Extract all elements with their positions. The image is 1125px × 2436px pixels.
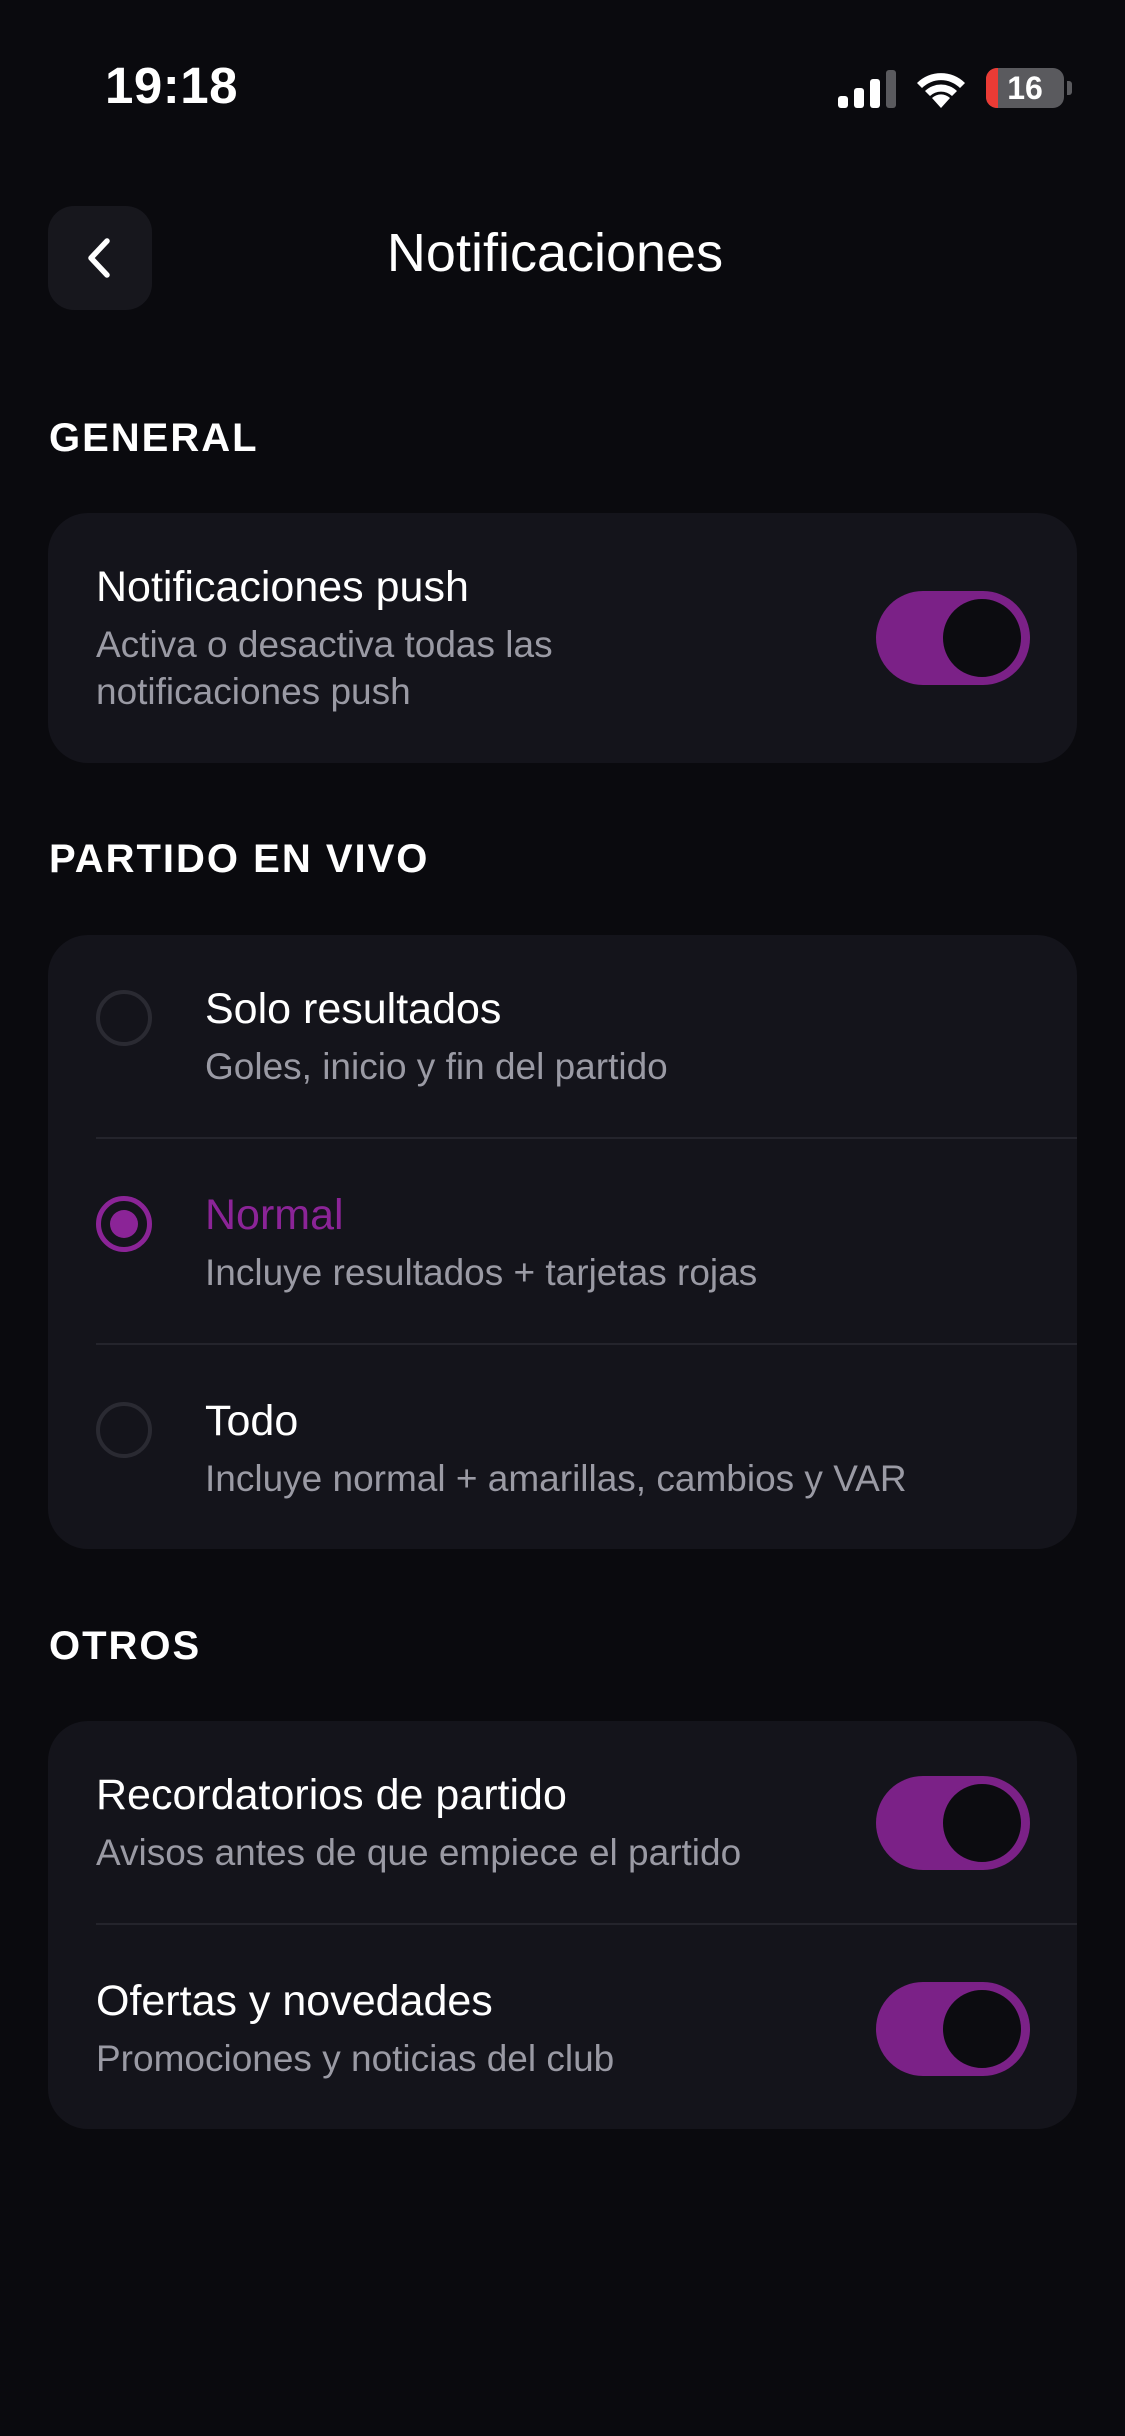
- page-title: Notificaciones: [386, 223, 724, 283]
- section-label-live-match: PARTIDO EN VIVO: [49, 837, 430, 881]
- push-notifications-row[interactable]: Notificaciones push Activa o desactiva t…: [48, 513, 1077, 763]
- option-title-selected: Normal: [205, 1191, 344, 1239]
- section-label-others: OTROS: [49, 1624, 202, 1668]
- option-subtitle: Incluye resultados + tarjetas rojas: [205, 1252, 758, 1293]
- match-reminders-subtitle: Avisos antes de que empiece el partido: [96, 1832, 742, 1873]
- live-match-card: Solo resultados Goles, inicio y fin del …: [48, 935, 1077, 1549]
- section-label-general: GENERAL: [49, 416, 259, 460]
- offers-news-subtitle: Promociones y noticias del club: [96, 2038, 615, 2079]
- toggle-knob: [940, 596, 1024, 680]
- option-subtitle: Incluye normal + amarillas, cambios y VA…: [205, 1458, 907, 1499]
- status-time: 19:18: [105, 57, 238, 114]
- live-option-solo-resultados[interactable]: Solo resultados Goles, inicio y fin del …: [48, 935, 1077, 1138]
- battery-level: 16: [1007, 70, 1043, 106]
- radio-normal[interactable]: [96, 1196, 152, 1252]
- match-reminders-toggle[interactable]: [876, 1776, 1030, 1870]
- push-notifications-toggle[interactable]: [876, 591, 1030, 685]
- offers-news-toggle[interactable]: [876, 1982, 1030, 2076]
- push-notifications-title: Notificaciones push: [96, 563, 469, 611]
- general-card: Notificaciones push Activa o desactiva t…: [48, 513, 1077, 763]
- option-subtitle: Goles, inicio y fin del partido: [205, 1046, 668, 1087]
- toggle-knob: [940, 1781, 1024, 1865]
- live-option-todo[interactable]: Todo Incluye normal + amarillas, cambios…: [48, 1345, 1077, 1549]
- status-bar: 19:18 16: [0, 0, 1125, 150]
- radio-selected-dot: [110, 1210, 138, 1238]
- push-notifications-subtitle: Activa o desactiva todas las notificacio…: [96, 624, 553, 712]
- others-card: Recordatorios de partido Avisos antes de…: [48, 1721, 1077, 2129]
- match-reminders-title: Recordatorios de partido: [96, 1771, 567, 1819]
- option-title: Solo resultados: [205, 985, 502, 1033]
- cellular-signal-icon: [838, 70, 896, 108]
- match-reminders-row[interactable]: Recordatorios de partido Avisos antes de…: [48, 1721, 1077, 1924]
- toggle-knob: [940, 1987, 1024, 2071]
- radio-todo[interactable]: [96, 1402, 152, 1458]
- battery-icon: 16: [986, 68, 1072, 108]
- offers-news-title: Ofertas y novedades: [96, 1977, 493, 2025]
- wifi-icon: [917, 73, 965, 108]
- radio-solo-resultados[interactable]: [96, 990, 152, 1046]
- option-title: Todo: [205, 1397, 299, 1445]
- offers-news-row[interactable]: Ofertas y novedades Promociones y notici…: [48, 1925, 1077, 2129]
- live-option-normal[interactable]: Normal Incluye resultados + tarjetas roj…: [48, 1139, 1077, 1343]
